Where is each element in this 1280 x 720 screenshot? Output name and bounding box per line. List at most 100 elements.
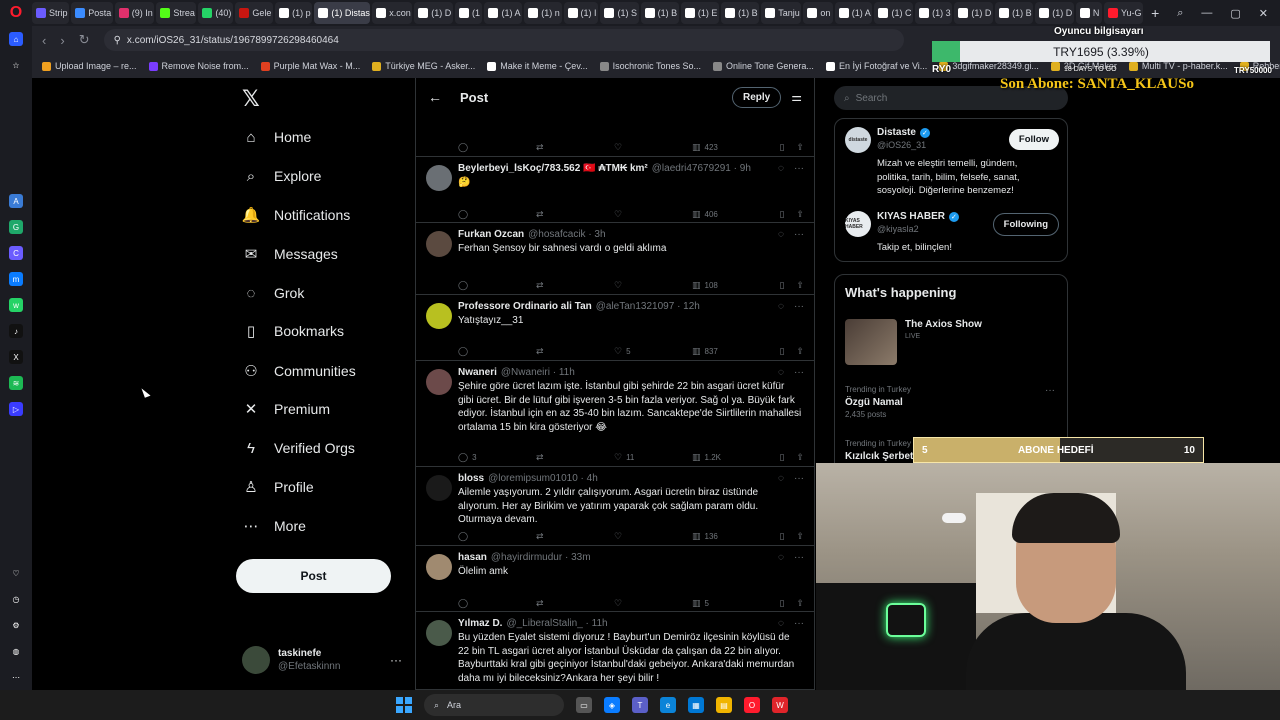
reply[interactable]: ◯ — [458, 531, 536, 542]
like[interactable]: ♡ — [614, 598, 692, 609]
messenger-icon[interactable]: m — [9, 272, 23, 286]
trend-item[interactable]: Trending in Turkey Özgü Namal 2,435 posts ·… — [845, 385, 1059, 419]
browser-tab[interactable]: (1) I — [563, 2, 599, 24]
views[interactable]: ▥ 837 — [692, 346, 762, 357]
more-dots-icon[interactable]: ··· — [390, 653, 402, 667]
like[interactable]: ♡ — [614, 209, 692, 220]
x-app-icon[interactable]: X — [9, 350, 23, 364]
nav-item-home[interactable]: ⌂ Home — [242, 128, 311, 146]
tweet[interactable]: Nwaneri @Nwaneiri · 11h ◌ ··· Şehire göre üc… — [416, 361, 814, 467]
new-tab-button[interactable]: + — [1145, 5, 1165, 21]
share-icon[interactable]: ⇪ — [796, 346, 804, 357]
retweet[interactable]: ⇄ — [536, 452, 614, 463]
url-field[interactable]: ⚲ x.com/iOS26_31/status/1967899726298460… — [103, 29, 904, 51]
tiktok-icon[interactable]: ♪ — [9, 324, 23, 338]
tweet[interactable]: Yılmaz D. @_LiberalStalin_ · 11h ◌ ··· Bu yü… — [416, 612, 814, 690]
forward-arrow-icon[interactable]: › — [60, 33, 64, 48]
close-window-button[interactable]: ✕ — [1259, 7, 1268, 20]
avatar[interactable] — [426, 620, 452, 646]
browser-tab[interactable]: Strea — [156, 2, 197, 24]
avatar[interactable] — [426, 303, 452, 329]
grok-icon[interactable]: ◌ — [778, 301, 784, 312]
tweet-author-name[interactable]: Nwaneri — [458, 367, 497, 378]
tweet-author-name[interactable]: Yılmaz D. — [458, 618, 502, 629]
cs-icon[interactable]: C — [9, 246, 23, 260]
tweet[interactable]: Furkan Özcan @hosafcacik · 3h ◌ ··· Ferhan Ş… — [416, 223, 814, 295]
bookmark-icon[interactable]: ▯ — [780, 280, 785, 291]
browser-tab[interactable]: (1) Distas — [314, 2, 371, 24]
chatgpt-icon[interactable]: G — [9, 220, 23, 234]
follow-name[interactable]: KIYAS HABER ✓ — [877, 211, 959, 222]
grok-icon[interactable]: ◌ — [778, 618, 784, 629]
tweet-author-name[interactable]: bloss — [458, 473, 484, 484]
app-w-icon[interactable]: W — [772, 697, 788, 713]
bookmark-item[interactable]: Online Tone Genera... — [713, 61, 814, 71]
more-dots-icon[interactable]: ··· — [794, 367, 804, 378]
more-dots-icon[interactable]: ··· — [794, 473, 804, 484]
browser-tab[interactable]: (1) p — [275, 2, 313, 24]
nav-item-messages[interactable]: ✉ Messages — [242, 245, 338, 263]
search-tabs-icon[interactable]: ⌕ — [1177, 7, 1183, 20]
bookmark-icon[interactable]: ▯ — [780, 142, 785, 153]
account-switcher[interactable]: taskinefe @Efetaskinnn ··· — [242, 640, 402, 680]
nav-item-bookmarks[interactable]: ▯ Bookmarks — [242, 322, 344, 340]
history-icon[interactable]: ◷ — [9, 592, 23, 606]
star-icon[interactable]: ☆ — [9, 58, 23, 72]
bookmark-item[interactable]: Upload Image – re... — [42, 61, 137, 71]
bookmark-item[interactable]: Türkiye MEG - Asker... — [372, 61, 475, 71]
like[interactable]: ♡ — [614, 142, 692, 153]
reload-icon[interactable]: ↻ — [79, 32, 90, 48]
nav-item-notifications[interactable]: 🔔 Notifications — [242, 206, 351, 224]
share-icon[interactable]: ⇪ — [796, 452, 804, 463]
retweet[interactable]: ⇄ — [536, 209, 614, 220]
store-icon[interactable]: ▦ — [688, 697, 704, 713]
opera-taskbar-icon[interactable]: O — [744, 697, 760, 713]
reply[interactable]: ◯ — [458, 280, 536, 291]
browser-tab[interactable]: (1 — [454, 2, 483, 24]
reply[interactable]: ◯ — [458, 598, 536, 609]
avatar[interactable] — [426, 475, 452, 501]
tweet[interactable]: Professore Ordinario ali Tan @aleTan13210… — [416, 295, 814, 361]
browser-tab[interactable]: (1) n — [524, 2, 562, 24]
back-arrow-icon[interactable]: ← — [428, 89, 460, 105]
bookmark-item[interactable]: Make it Meme - Çev... — [487, 61, 588, 71]
live-thumbnail[interactable] — [845, 319, 897, 365]
aria-icon[interactable]: A — [9, 194, 23, 208]
reply[interactable]: ◯ 3 — [458, 452, 536, 463]
home-icon[interactable]: ⌂ — [9, 32, 23, 46]
x-logo-icon[interactable]: 𝕏 — [242, 86, 260, 112]
browser-tab[interactable]: Gele — [235, 2, 274, 24]
avatar[interactable] — [426, 231, 452, 257]
bookmark-icon[interactable]: ▯ — [780, 346, 785, 357]
lightbulb-icon[interactable]: ◍ — [9, 644, 23, 658]
share-icon[interactable]: ⇪ — [796, 280, 804, 291]
avatar[interactable] — [426, 554, 452, 580]
browser-tab[interactable]: Tanju — [761, 2, 802, 24]
grok-icon[interactable]: ◌ — [778, 163, 784, 174]
nav-item-grok[interactable]: ◌ Grok — [242, 284, 305, 302]
reply-button[interactable]: Reply — [732, 86, 782, 108]
avatar[interactable] — [426, 369, 452, 395]
maximize-button[interactable]: ▢ — [1230, 7, 1240, 20]
more-dots-icon[interactable]: ··· — [794, 229, 804, 240]
bookmark-item[interactable]: Remove Noise from... — [148, 61, 249, 71]
browser-tab[interactable]: (1) D — [414, 2, 453, 24]
browser-tab[interactable]: Yu-G — [1104, 2, 1144, 24]
reply[interactable]: ◯ — [458, 346, 536, 357]
avatar[interactable]: KIYAS HABER — [845, 211, 871, 237]
browser-tab[interactable]: x.con — [372, 2, 413, 24]
tweet-author-name[interactable]: Furkan Özcan — [458, 229, 524, 240]
browser-tab[interactable]: (1) B — [640, 2, 679, 24]
share-icon[interactable]: ⇪ — [796, 531, 804, 542]
views[interactable]: ▥ 423 — [692, 142, 762, 153]
views[interactable]: ▥ 406 — [692, 209, 762, 220]
tweet-author-name[interactable]: Professore Ordinario ali Tan — [458, 301, 592, 312]
windows-start-icon[interactable] — [396, 697, 412, 713]
browser-tab[interactable]: Posta — [71, 2, 113, 24]
tweet[interactable]: Beylerbeyi_İsKoç/783.562 🇹🇷 ₳TM₭ km² @lae… — [416, 157, 814, 223]
player-icon[interactable]: ▷ — [9, 402, 23, 416]
bookmark-item[interactable]: 3dgifmaker28349.gi... — [939, 61, 1039, 71]
browser-tab[interactable]: Strip — [32, 2, 70, 24]
browser-tab[interactable]: (1) S — [600, 2, 639, 24]
more-dots-icon[interactable]: ··· — [794, 163, 804, 174]
